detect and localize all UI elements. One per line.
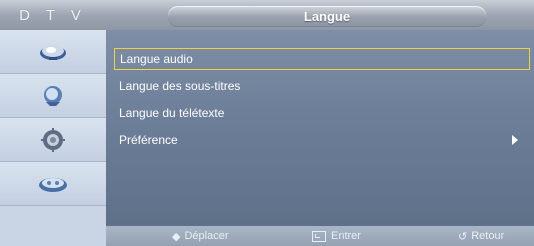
osd-window: D T V Langue Langue audio Langue des sou…	[0, 0, 534, 246]
menu-panel: Langue audio Langue des sous-titres Lang…	[106, 30, 534, 226]
footer: ◆ Déplacer Entrer ↺ Retour	[106, 226, 534, 246]
sidebar	[0, 30, 106, 246]
hint-enter: Entrer	[312, 226, 361, 246]
sidebar-item-sound[interactable]	[0, 74, 106, 118]
enter-icon	[312, 230, 326, 242]
enter-label: Entrer	[331, 230, 361, 242]
sidebar-item-setup[interactable]	[0, 118, 106, 162]
menu-item-label: Langue audio	[120, 52, 193, 66]
menu-item-label: Langue du télétexte	[119, 106, 225, 120]
title-pill: Langue	[168, 6, 486, 26]
menu-item-langue-teletexte[interactable]: Langue du télétexte	[114, 102, 530, 124]
source-label: D T V	[19, 6, 87, 24]
return-label: Retour	[471, 230, 505, 242]
sidebar-item-picture[interactable]	[0, 30, 106, 74]
picture-icon	[40, 44, 66, 60]
setup-icon	[41, 127, 65, 152]
menu-item-langue-sous-titres[interactable]: Langue des sous-titres	[114, 75, 530, 97]
menu-item-label: Préférence	[119, 133, 178, 147]
menu-item-langue-audio[interactable]: Langue audio	[114, 48, 530, 70]
sidebar-item-input[interactable]	[0, 162, 106, 206]
sound-icon	[44, 85, 62, 106]
move-arrows-icon: ◆	[172, 230, 181, 243]
menu-item-preference[interactable]: Préférence	[114, 129, 530, 151]
submenu-arrow-icon	[512, 135, 518, 145]
title-bar: D T V Langue	[0, 0, 534, 30]
input-icon	[39, 177, 67, 192]
hint-return: ↺ Retour	[458, 226, 504, 246]
page-title: Langue	[303, 8, 351, 24]
menu-item-label: Langue des sous-titres	[119, 79, 241, 93]
move-label: Déplacer	[184, 230, 229, 242]
hint-move: ◆ Déplacer	[172, 226, 229, 246]
return-icon: ↺	[458, 230, 468, 243]
